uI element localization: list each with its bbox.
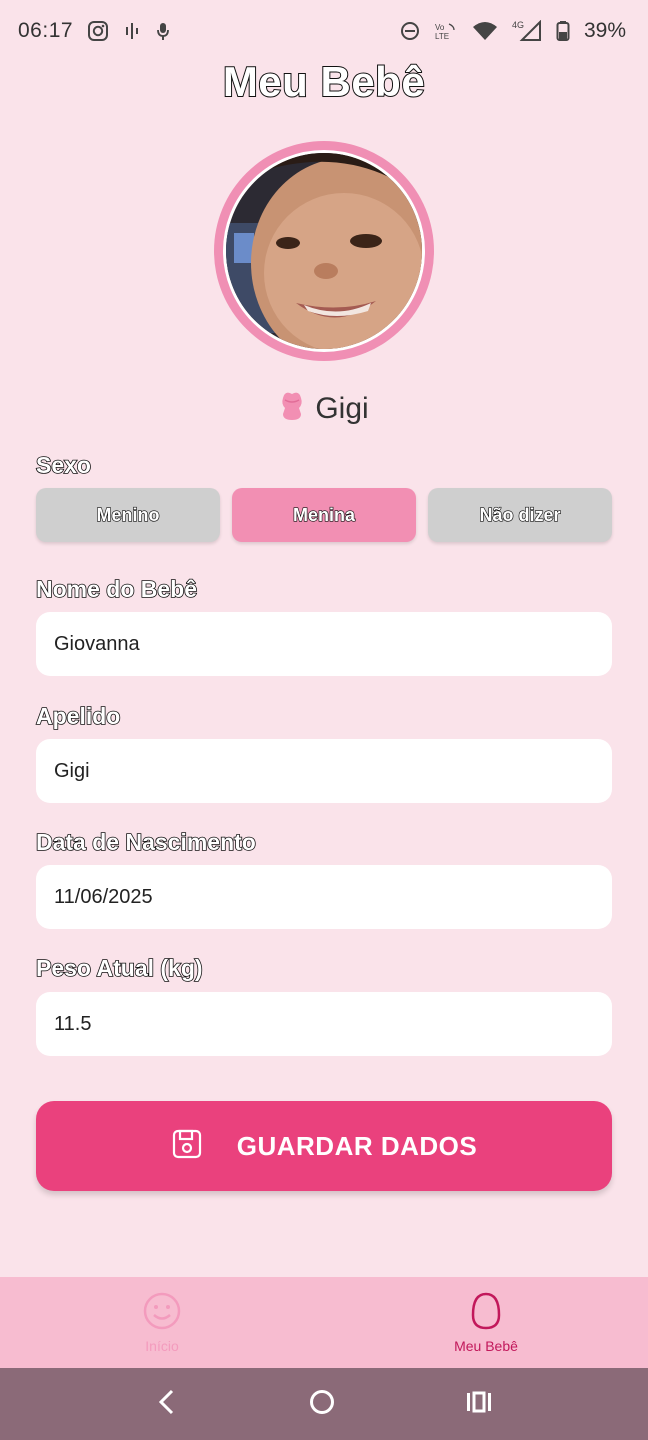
baby-photo [223,150,425,352]
birthdate-field[interactable]: 11/06/2025 [36,865,612,929]
sex-option-nao-dizer[interactable]: Não dizer [428,488,612,542]
nickname-text: Gigi [315,391,369,425]
nickname-label: Apelido [35,702,121,730]
weight-label: Peso Atual (kg) [35,954,203,982]
instagram-icon [87,20,109,42]
save-button-label: GUARDAR DADOS [236,1130,478,1161]
weight-field[interactable]: 11.5 [36,992,612,1056]
svg-text:Vo: Vo [435,23,445,32]
nav-item-meu-bebe[interactable]: Meu Bebê [324,1277,648,1368]
sex-selector: Menino Menina Não dizer [36,488,612,542]
battery-icon [556,20,570,42]
signal-icon: 4G [512,20,542,42]
wifi-icon [472,21,498,41]
bottom-nav: Início Meu Bebê [0,1277,648,1368]
sex-option-menina[interactable]: Menina [232,488,416,542]
system-nav-bar [0,1368,648,1440]
nav-label-inicio: Início [145,1338,179,1354]
status-bar-right: Vo LTE 4G 39% [400,19,626,43]
name-field[interactable]: Giovanna [36,612,612,676]
avatar[interactable] [214,141,434,361]
sex-option-menino[interactable]: Menino [36,488,220,542]
nickname-field[interactable]: Gigi [36,739,612,803]
mic-icon [155,21,171,41]
recents-icon[interactable] [465,1388,493,1421]
name-label: Nome do Bebê [35,575,198,603]
rose-icon [279,390,305,427]
nav-label-meu-bebe: Meu Bebê [454,1338,518,1354]
voice-icon [123,21,141,41]
smiley-icon [142,1291,182,1336]
status-time: 06:17 [18,19,74,42]
network-type: 4G [512,20,524,30]
volte-icon: Vo LTE [434,21,458,41]
home-icon[interactable] [308,1388,336,1421]
egg-icon [469,1291,503,1336]
dnd-icon [400,21,420,41]
nav-item-inicio[interactable]: Início [0,1277,324,1368]
svg-text:LTE: LTE [435,32,449,41]
floppy-save-icon [171,1128,203,1165]
status-bar-left: 06:17 [18,19,171,43]
nickname-display: Gigi [0,390,648,427]
save-button[interactable]: GUARDAR DADOS [36,1101,612,1191]
page-title: Meu Bebê [222,57,426,106]
sex-label: Sexo [35,451,92,479]
battery-percent: 39% [583,19,626,42]
birthdate-label: Data de Nascimento [35,828,256,856]
back-icon[interactable] [155,1388,179,1421]
status-bar: 06:17 Vo LTE 4G 39% [0,0,648,62]
